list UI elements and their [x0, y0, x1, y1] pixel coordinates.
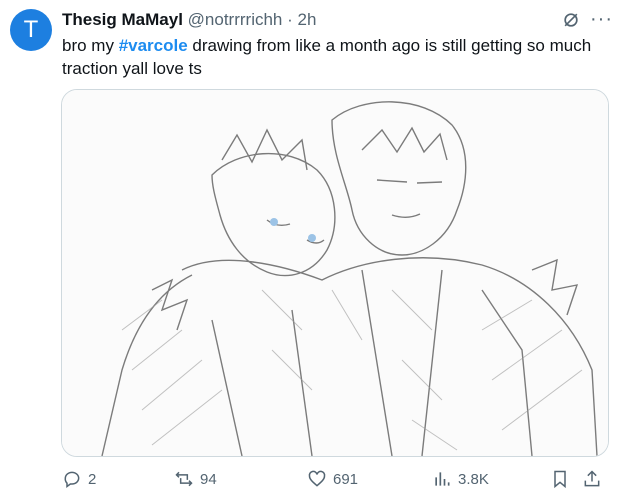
- reply-icon: [64, 471, 80, 488]
- share-button[interactable]: [582, 466, 602, 492]
- tweet-image[interactable]: [61, 89, 609, 457]
- separator: ·: [287, 10, 293, 29]
- views-button[interactable]: 3.8K: [432, 466, 489, 492]
- reply-count: 2: [88, 470, 97, 488]
- timestamp[interactable]: 2h: [298, 10, 317, 29]
- reply-button[interactable]: 2: [62, 466, 96, 492]
- more-dots-icon[interactable]: ···: [590, 8, 613, 31]
- handle[interactable]: @notrrrrichh: [188, 10, 283, 29]
- like-button[interactable]: 691: [307, 466, 358, 492]
- hashtag-link[interactable]: #varcole: [119, 36, 188, 55]
- tweet-text-start: bro my: [62, 36, 119, 55]
- share-icon: [584, 470, 600, 487]
- views-count: 3.8K: [458, 470, 489, 488]
- repost-icon: [175, 471, 193, 487]
- views-icon: [435, 472, 450, 486]
- display-name[interactable]: Thesig MaMayl: [62, 10, 183, 29]
- heart-icon: [308, 470, 326, 487]
- repost-button[interactable]: 94: [174, 466, 217, 492]
- avatar[interactable]: T: [10, 9, 52, 51]
- repost-count: 94: [200, 470, 217, 488]
- like-count: 691: [333, 470, 359, 488]
- action-bar: 2 94 691 3.8K: [62, 466, 608, 494]
- sketch-drawing: [62, 90, 608, 456]
- bookmark-button[interactable]: [550, 466, 570, 492]
- eye-right: [308, 234, 316, 242]
- tweet-text: bro my #varcole drawing from like a mont…: [62, 34, 602, 80]
- avatar-letter: T: [23, 16, 39, 43]
- bookmark-icon: [554, 470, 566, 489]
- tweet-header: Thesig MaMayl @notrrrrichh · 2h: [62, 10, 316, 30]
- eye-left: [270, 218, 278, 226]
- grok-icon[interactable]: [561, 10, 581, 30]
